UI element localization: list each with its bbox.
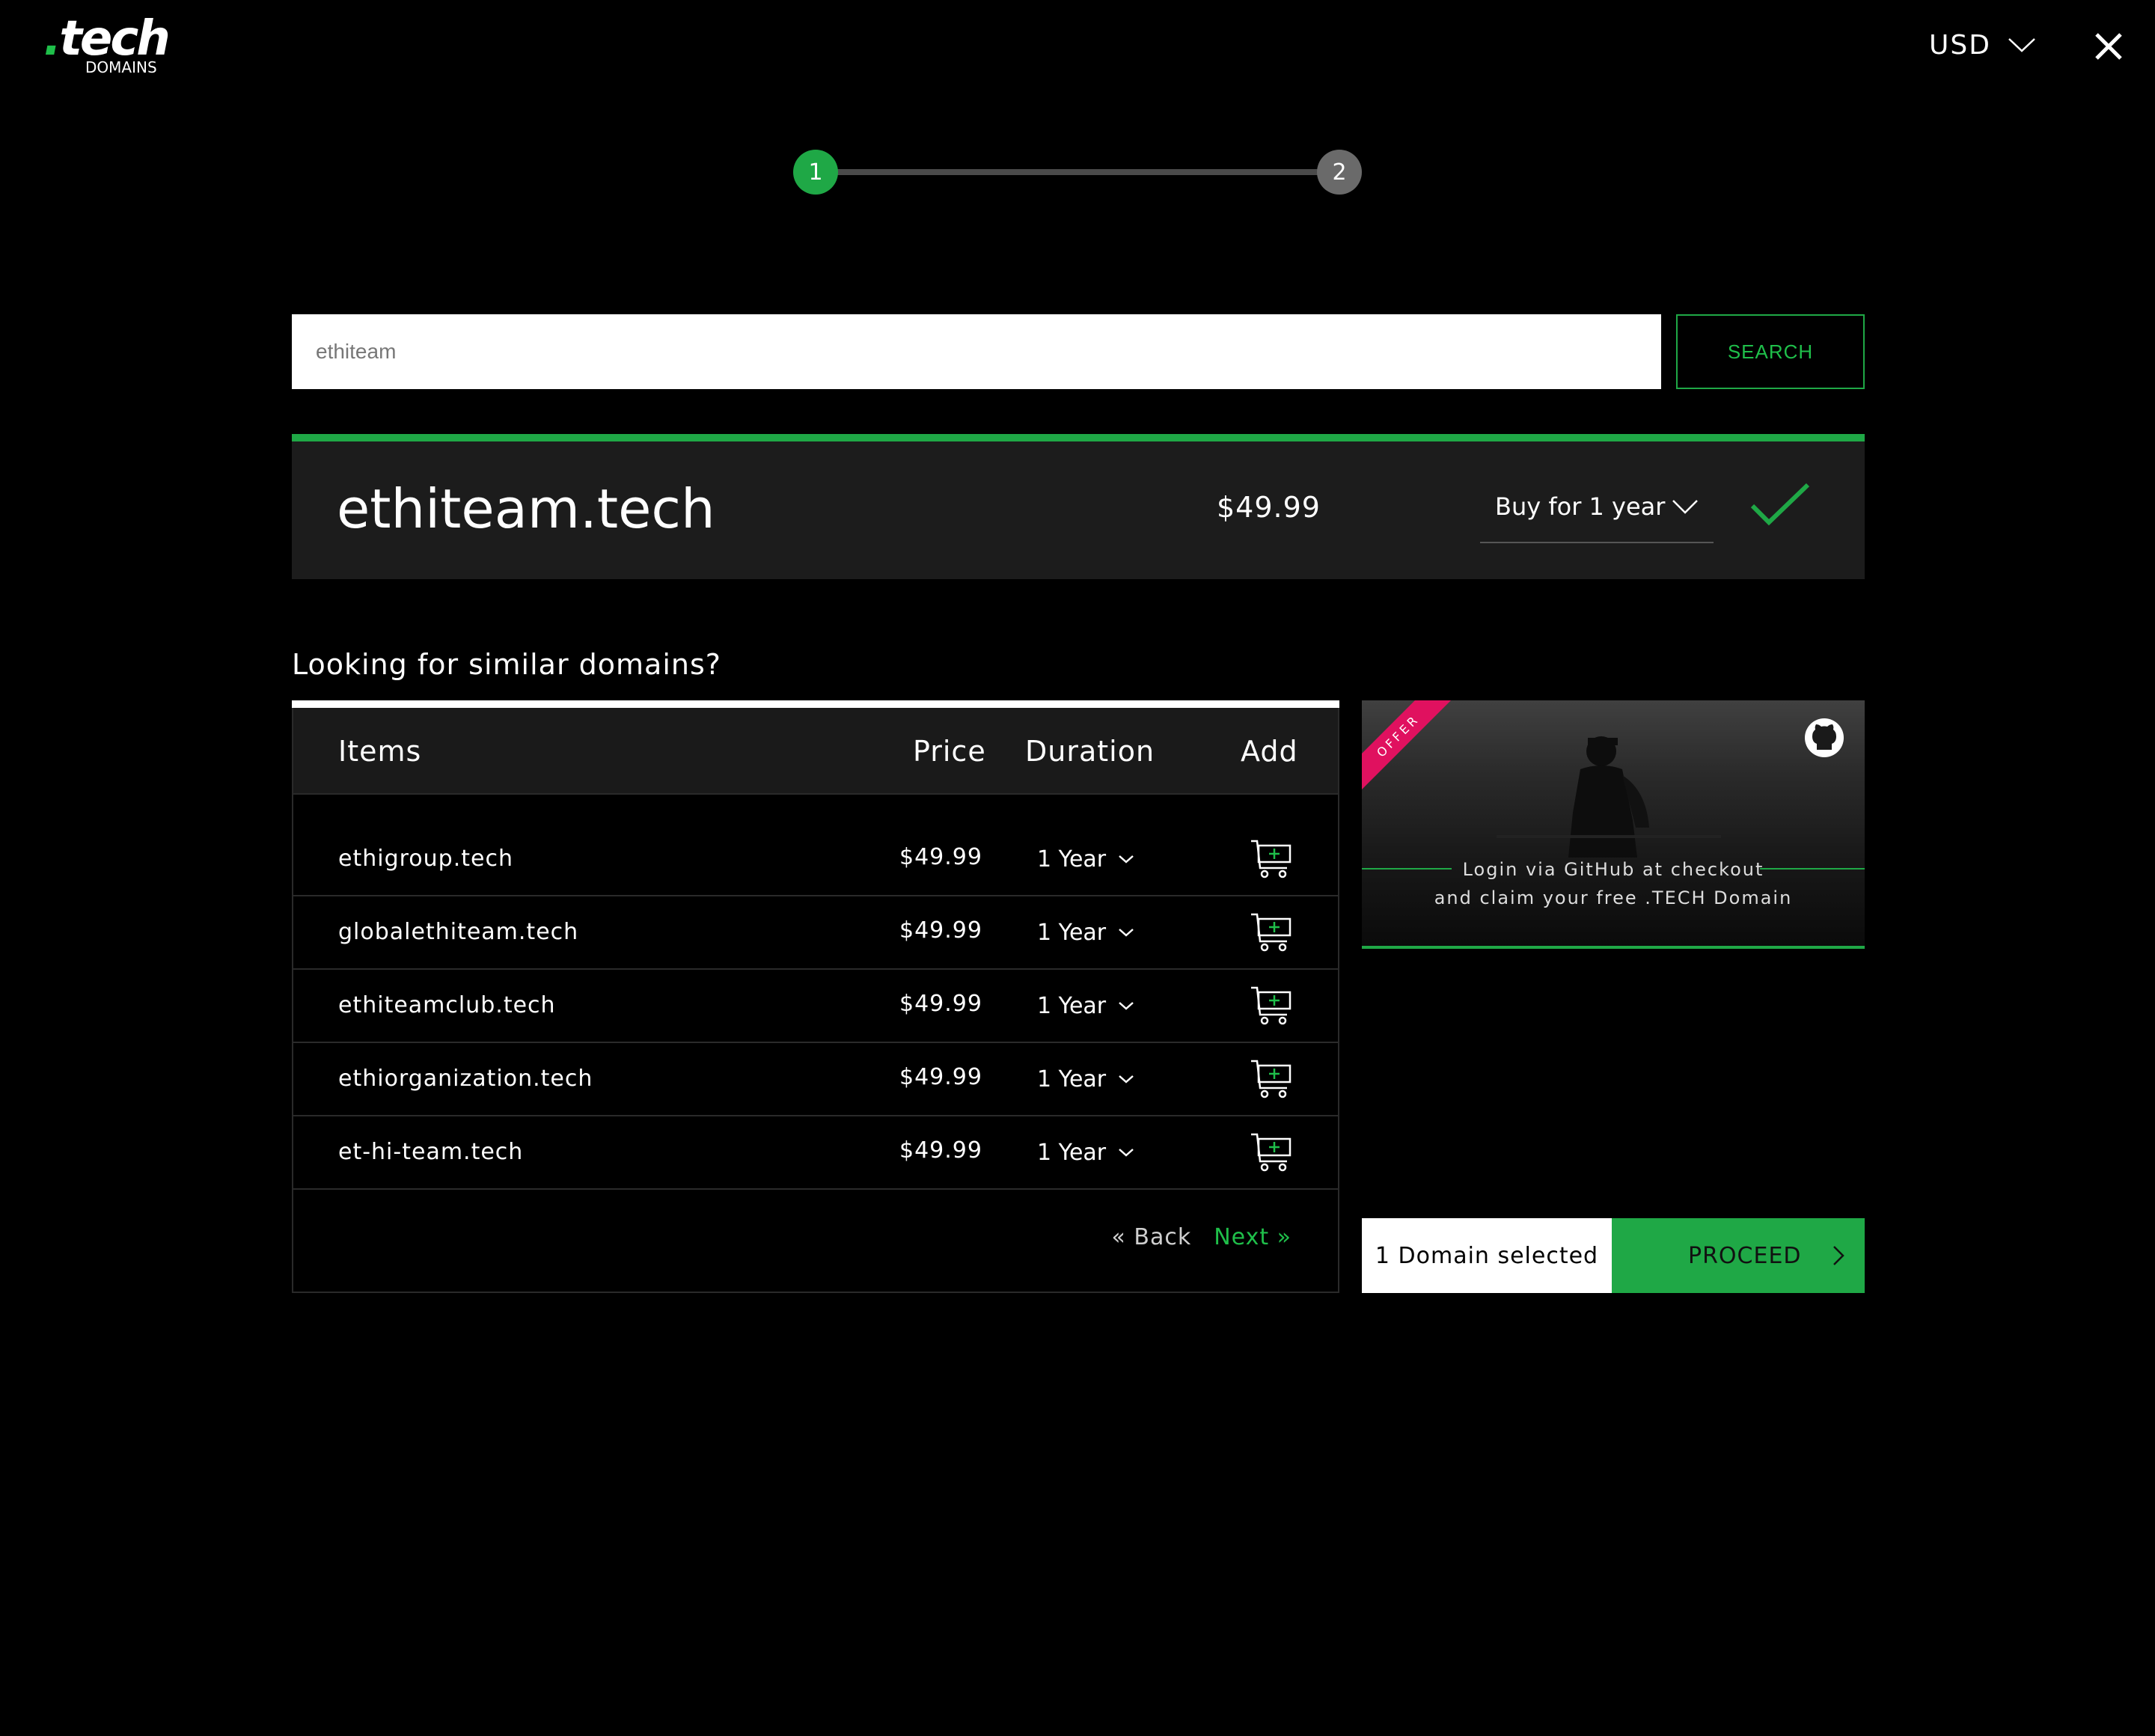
- row-duration-select[interactable]: 1 Year: [1037, 988, 1134, 1024]
- add-to-cart-icon[interactable]: [1250, 837, 1293, 880]
- chevron-down-icon: [1119, 1149, 1134, 1157]
- chevron-down-icon: [1119, 855, 1134, 864]
- row-price: $49.99: [899, 991, 982, 1017]
- row-duration-select[interactable]: 1 Year: [1037, 1134, 1134, 1170]
- chevron-down-icon: [2008, 38, 2035, 52]
- column-header-duration: Duration: [1025, 735, 1155, 768]
- table-row: et-hi-team.tech $49.99 1 Year: [293, 1116, 1338, 1190]
- chevron-down-icon: [1672, 500, 1698, 514]
- logo-subtitle: DOMAINS: [85, 58, 157, 76]
- row-duration-label: 1 Year: [1037, 846, 1107, 872]
- currency-select[interactable]: USD: [1929, 28, 2036, 61]
- column-header-items: Items: [338, 735, 422, 768]
- table-header: Items Price Duration Add: [293, 708, 1338, 795]
- row-domain: ethiteamclub.tech: [338, 992, 556, 1018]
- person-silhouette-image: [1497, 736, 1721, 858]
- similar-domains-table: Items Price Duration Add ethigroup.tech …: [292, 708, 1339, 1293]
- table-row: ethiteamclub.tech $49.99 1 Year: [293, 970, 1338, 1043]
- buy-duration-select[interactable]: Buy for 1 year: [1480, 471, 1714, 543]
- currency-label: USD: [1929, 29, 1991, 61]
- step-2-indicator: 2: [1317, 150, 1362, 195]
- table-row: ethiorganization.tech $49.99 1 Year: [293, 1043, 1338, 1116]
- offer-text-line2: and claim your free .TECH Domain: [1434, 887, 1793, 908]
- proceed-label: PROCEED: [1688, 1242, 1802, 1269]
- chevron-down-icon: [1119, 1002, 1134, 1010]
- row-duration-label: 1 Year: [1037, 1139, 1107, 1166]
- chevron-right-icon: [1833, 1246, 1844, 1265]
- similar-domains-heading: Looking for similar domains?: [292, 648, 721, 681]
- row-duration-label: 1 Year: [1037, 992, 1107, 1019]
- add-to-cart-icon[interactable]: [1250, 910, 1293, 953]
- result-price: $49.99: [1217, 491, 1321, 524]
- offer-bottom-accent: [1362, 946, 1865, 949]
- result-accent-bar: [292, 434, 1865, 441]
- close-icon[interactable]: [2089, 27, 2128, 66]
- add-to-cart-icon[interactable]: [1250, 983, 1293, 1027]
- chevron-down-icon: [1119, 1075, 1134, 1084]
- domain-search-input[interactable]: [292, 314, 1661, 389]
- result-domain-name: ethiteam.tech: [337, 477, 715, 540]
- row-domain: globalethiteam.tech: [338, 919, 579, 945]
- domain-result-card: ethiteam.tech $49.99 Buy for 1 year: [292, 441, 1865, 579]
- tech-domains-logo[interactable]: .tech DOMAINS: [43, 12, 171, 79]
- chevron-down-icon: [1119, 929, 1134, 937]
- pager-back-link[interactable]: « Back: [1111, 1221, 1191, 1254]
- add-to-cart-icon[interactable]: [1250, 1057, 1293, 1100]
- row-duration-select[interactable]: 1 Year: [1037, 1061, 1134, 1097]
- row-domain: ethiorganization.tech: [338, 1066, 593, 1092]
- row-price: $49.99: [899, 917, 982, 944]
- row-duration-label: 1 Year: [1037, 919, 1107, 946]
- row-price: $49.99: [899, 1137, 982, 1164]
- row-price: $49.99: [899, 1064, 982, 1090]
- proceed-button[interactable]: PROCEED: [1612, 1218, 1865, 1293]
- row-duration-select[interactable]: 1 Year: [1037, 914, 1134, 950]
- github-offer-banner[interactable]: OFFER Login via GitHub at checkout and c…: [1362, 700, 1865, 949]
- column-header-price: Price: [913, 735, 986, 768]
- github-icon: [1805, 718, 1844, 757]
- pagination: « Back Next »: [1111, 1221, 1292, 1254]
- row-domain: ethigroup.tech: [338, 846, 513, 872]
- row-price: $49.99: [899, 844, 982, 870]
- offer-text-line1: Login via GitHub at checkout: [1462, 859, 1764, 880]
- table-row: ethigroup.tech $49.99 1 Year: [293, 823, 1338, 896]
- search-button[interactable]: SEARCH: [1676, 314, 1865, 389]
- add-to-cart-icon[interactable]: [1250, 1130, 1293, 1173]
- row-domain: et-hi-team.tech: [338, 1139, 524, 1165]
- domains-selected-count: 1 Domain selected: [1362, 1218, 1612, 1293]
- checkmark-icon[interactable]: [1749, 480, 1811, 527]
- row-duration-select[interactable]: 1 Year: [1037, 841, 1134, 877]
- offer-ribbon: OFFER: [1362, 700, 1465, 803]
- table-row: globalethiteam.tech $49.99 1 Year: [293, 896, 1338, 970]
- step-1-indicator: 1: [793, 150, 838, 195]
- column-header-add: Add: [1241, 735, 1298, 768]
- pager-next-link[interactable]: Next »: [1214, 1221, 1292, 1254]
- row-duration-label: 1 Year: [1037, 1066, 1107, 1092]
- stepper-track: [816, 169, 1339, 175]
- buy-duration-label: Buy for 1 year: [1495, 492, 1666, 521]
- table-top-bar: [292, 700, 1339, 708]
